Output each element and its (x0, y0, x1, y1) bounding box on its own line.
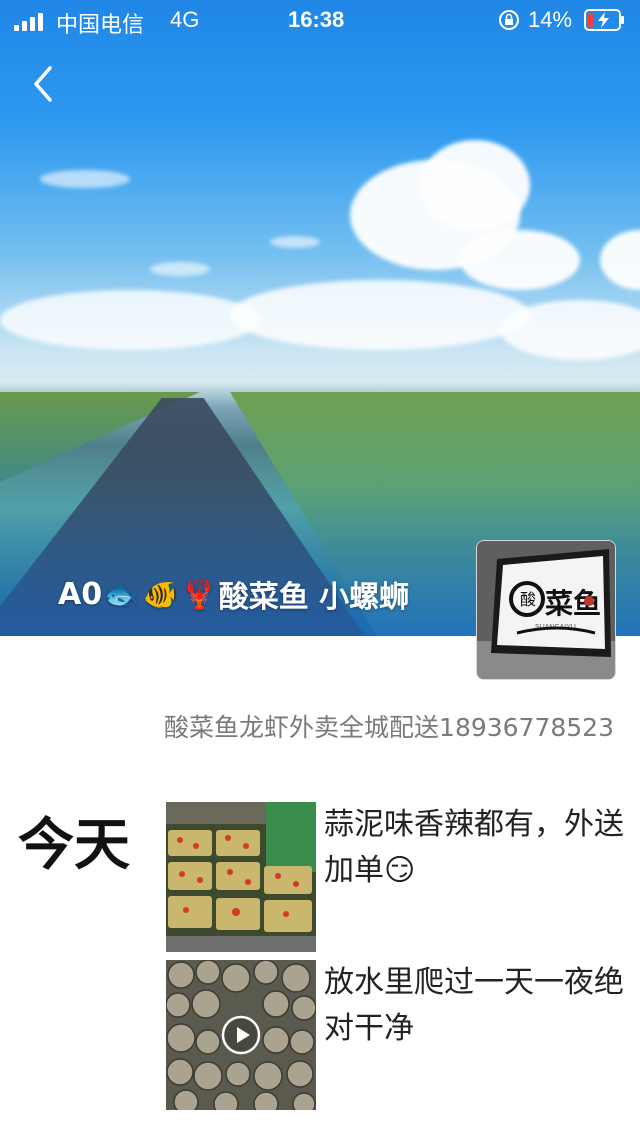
date-label: 今天 (18, 813, 130, 878)
profile-name: A0 🐟 🐠 🦞 酸菜鱼 小螺蛳 (58, 572, 409, 616)
clock: 16:38 (288, 7, 345, 32)
profile-name-text: 酸菜鱼 小螺蛳 (218, 580, 410, 615)
feed-post[interactable]: 蒜泥味香辣都有，外送加单😏 (166, 802, 626, 952)
profile-signature: 酸菜鱼龙虾外卖全城配送18936778523 (164, 713, 614, 742)
carrier-label: 中国电信 (56, 12, 145, 37)
avatar-logo-image: 酸 菜鱼 SUANCAIYU (477, 541, 615, 679)
battery-charging-icon (584, 9, 624, 31)
lobster-emoji: 🦞 (181, 577, 217, 611)
avatar[interactable]: 酸 菜鱼 SUANCAIYU (476, 540, 616, 680)
network-type: 4G (170, 7, 200, 32)
signal-icon (14, 11, 48, 31)
post-thumbnail[interactable] (166, 960, 316, 1110)
post-caption: 蒜泥味香辣都有，外送加单😏 (324, 807, 624, 888)
rotation-lock-icon (499, 10, 519, 30)
tropical-fish-emoji: 🐠 (142, 577, 178, 611)
battery-percentage: 14% (528, 7, 573, 32)
post-thumbnail[interactable] (166, 802, 316, 952)
status-bar: 中国电信 4G 16:38 14% (0, 0, 640, 40)
snail-dishes-image (166, 802, 316, 952)
avatar-text-top: 酸 (520, 590, 536, 609)
feed-post[interactable]: 放水里爬过一天一夜绝对干净 (166, 960, 626, 1110)
profile-name-prefix: A0 (58, 576, 103, 612)
fish-emoji: 🐟 (104, 577, 139, 611)
play-icon[interactable] (221, 1015, 261, 1055)
post-caption: 放水里爬过一天一夜绝对干净 (324, 965, 624, 1046)
back-button[interactable] (28, 64, 58, 104)
